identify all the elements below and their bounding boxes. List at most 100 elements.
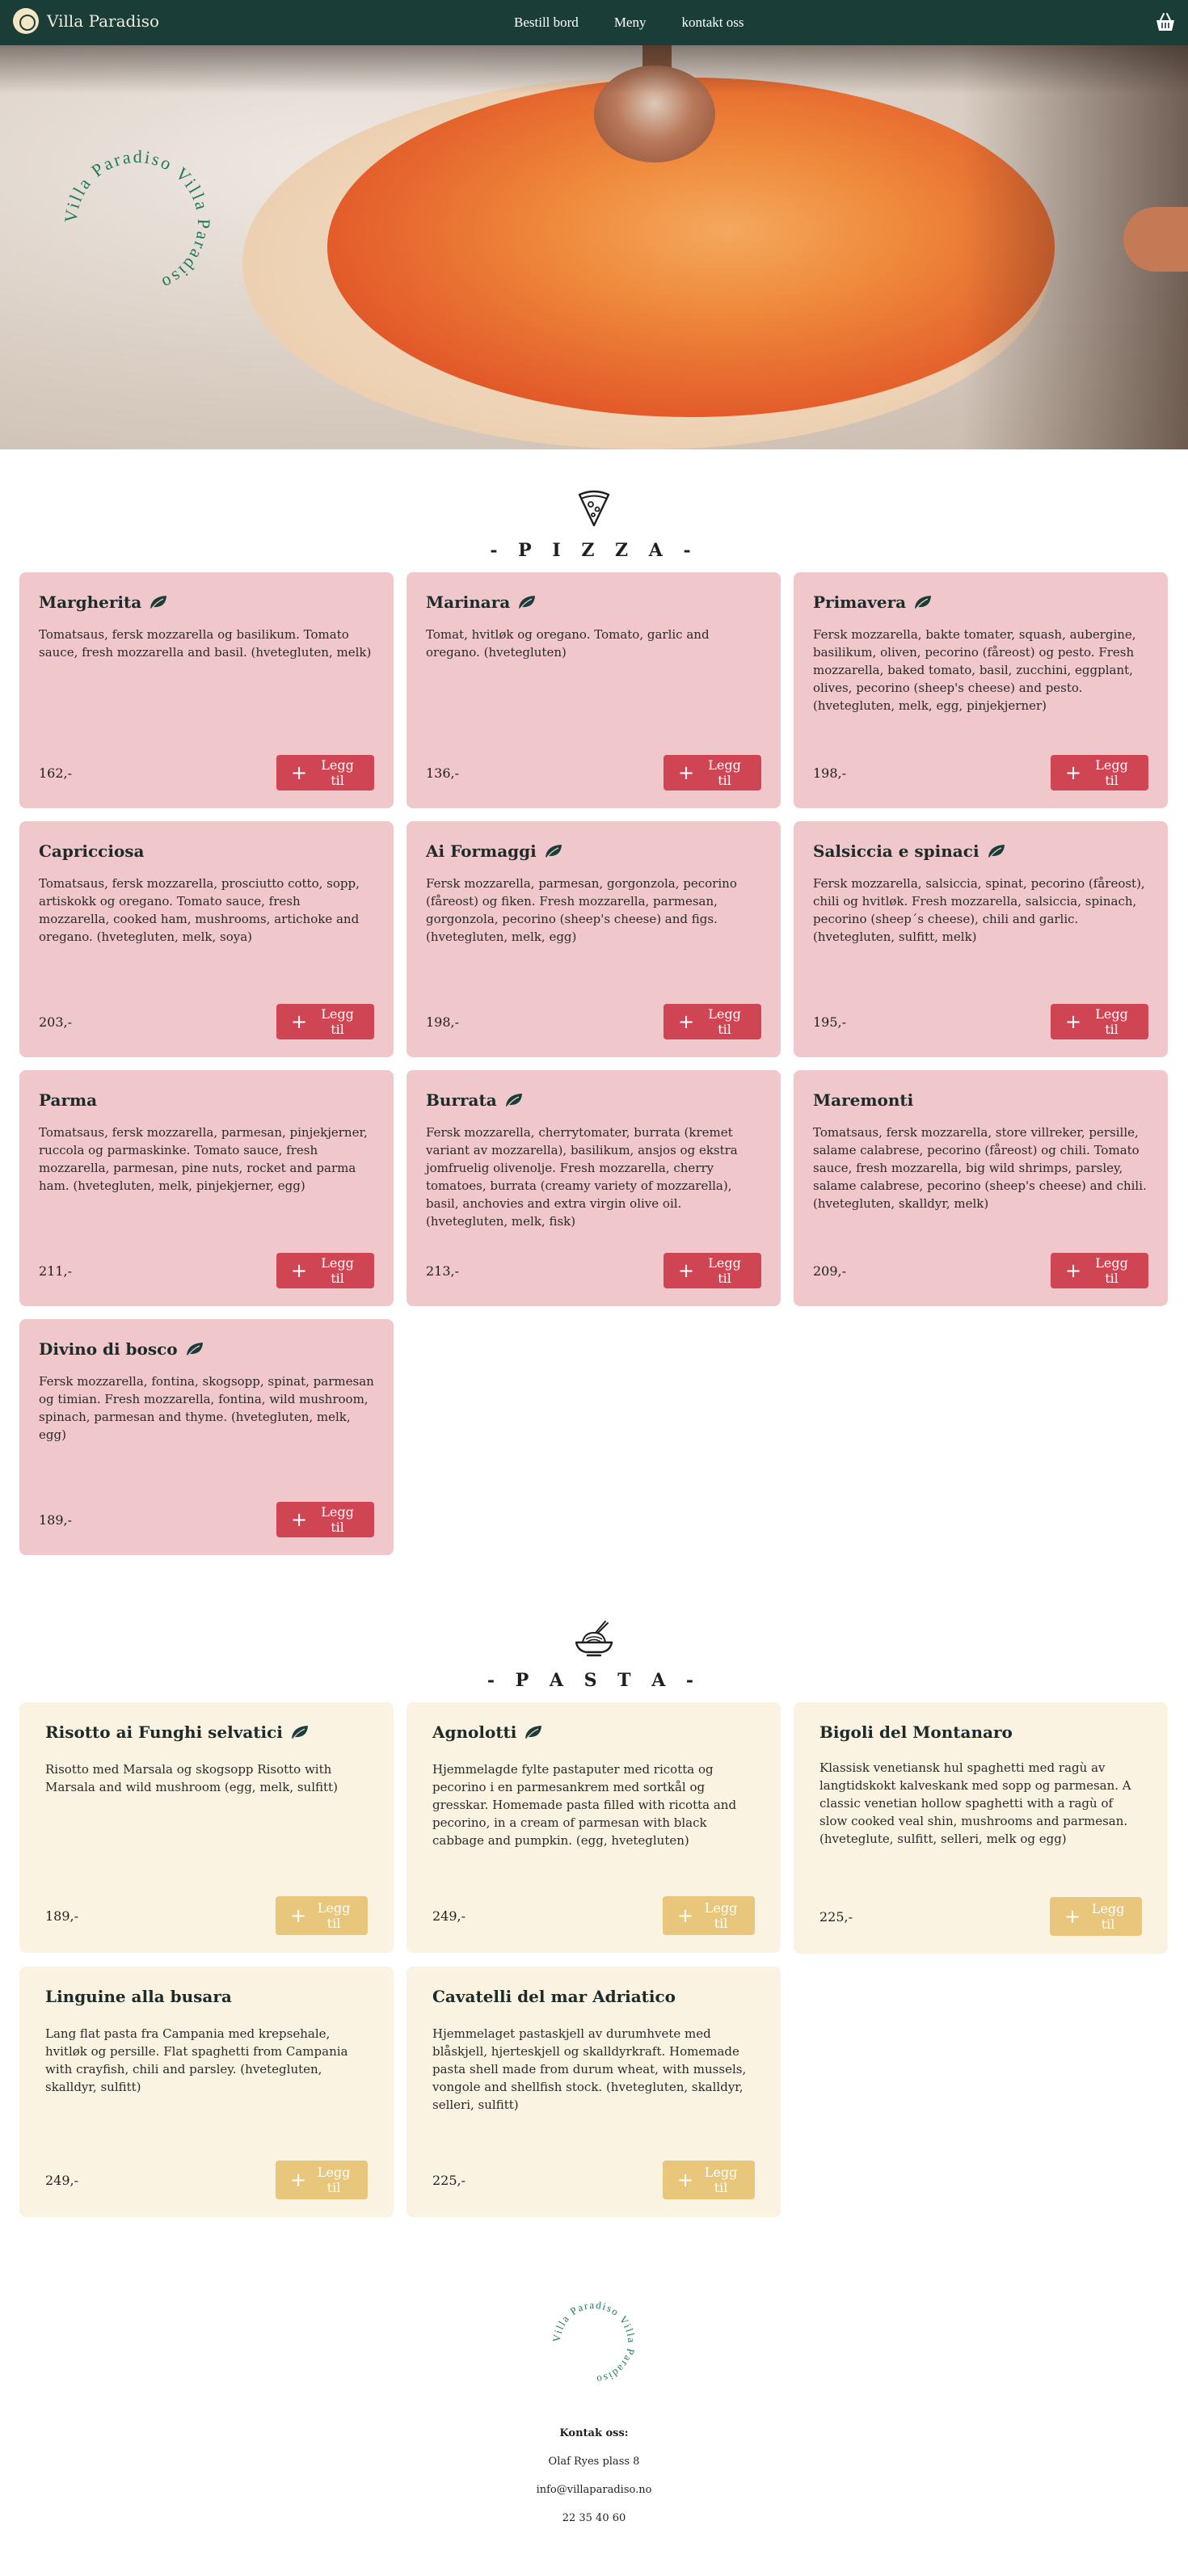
leaf-icon bbox=[545, 845, 562, 859]
pasta-card: Linguine alla busara Lang flat pasta fra … bbox=[19, 1967, 394, 2217]
pasta-card: Cavatelli del mar Adriatico Hjemmelaget p… bbox=[407, 1967, 781, 2217]
add-to-cart-label: Legg til bbox=[321, 1006, 354, 1037]
add-to-cart-button[interactable]: + Legg til bbox=[276, 755, 374, 791]
pasta-card-title: Agnolotti bbox=[432, 1722, 755, 1743]
pasta-name: Cavatelli del mar Adriatico bbox=[432, 1987, 676, 2006]
brand[interactable]: Villa Paradiso bbox=[13, 8, 159, 34]
footer: Villa Paradiso Villa Paradiso Kontak oss… bbox=[0, 2217, 1188, 2549]
add-to-cart-label: Legg til bbox=[1095, 757, 1128, 788]
plus-icon: + bbox=[678, 761, 695, 784]
plus-icon: + bbox=[290, 1904, 307, 1927]
plus-icon: + bbox=[677, 2169, 694, 2191]
add-to-cart-button[interactable]: + Legg til bbox=[664, 1253, 761, 1288]
pasta-plate-icon bbox=[575, 1621, 613, 1657]
leaf-icon bbox=[505, 1094, 522, 1108]
add-to-cart-button[interactable]: + Legg til bbox=[1050, 1897, 1142, 1936]
pasta-price: 249,- bbox=[432, 1908, 466, 1924]
pizza-card: Divino di bosco Fersk mozzarella, fontina… bbox=[19, 1319, 394, 1555]
pizza-card: Primavera Fersk mozzarella, bakte tomater… bbox=[794, 572, 1168, 808]
add-to-cart-button[interactable]: + Legg til bbox=[664, 755, 761, 791]
add-to-cart-button[interactable]: + Legg til bbox=[663, 2161, 755, 2199]
pizza-card-footer: 209,- + Legg til bbox=[813, 1253, 1148, 1288]
pizza-card-footer: 189,- + Legg til bbox=[39, 1502, 374, 1537]
pasta-name: Risotto ai Funghi selvatici bbox=[45, 1722, 283, 1742]
pasta-name: Agnolotti bbox=[432, 1722, 517, 1742]
pizza-price: 198,- bbox=[813, 765, 847, 781]
add-to-cart-label: Legg til bbox=[321, 1504, 354, 1535]
pizza-card-title: Primavera bbox=[813, 592, 1148, 613]
pizza-card-footer: 136,- + Legg til bbox=[426, 755, 761, 791]
contact-email[interactable]: info@villaparadiso.no bbox=[0, 2484, 1188, 2496]
pizza-description: Fersk mozzarella, parmesan, gorgonzola, … bbox=[426, 876, 737, 944]
add-to-cart-button[interactable]: + Legg til bbox=[276, 1004, 374, 1039]
add-to-cart-button[interactable]: + Legg til bbox=[664, 1004, 761, 1039]
pizza-description: Fersk mozzarella, salsiccia, spinat, pec… bbox=[813, 876, 1145, 944]
pizza-name: Primavera bbox=[813, 592, 907, 612]
pizza-section: - P I Z Z A - Margherita Tomatsaus, fersk… bbox=[0, 449, 1188, 1555]
add-to-cart-label: Legg til bbox=[1095, 1255, 1128, 1286]
pizza-price: 162,- bbox=[39, 765, 73, 781]
pizza-price: 213,- bbox=[426, 1263, 460, 1279]
pasta-card-footer: 249,- + Legg til bbox=[45, 2161, 368, 2199]
leaf-icon bbox=[291, 1726, 308, 1740]
add-to-cart-button[interactable]: + Legg til bbox=[1051, 755, 1148, 791]
pizza-name: Parma bbox=[39, 1090, 98, 1110]
hero-hand bbox=[1123, 207, 1188, 272]
pizza-card-title: Marinara bbox=[426, 592, 761, 613]
pizza-description: Tomatsaus, fersk mozzarella og basilikum… bbox=[39, 627, 372, 660]
pasta-card: Bigoli del Montanaro Klassisk venetiansk … bbox=[794, 1702, 1168, 1954]
pasta-name: Linguine alla busara bbox=[45, 1987, 232, 2006]
pizza-card-title: Parma bbox=[39, 1090, 374, 1111]
nav-link-kontakt[interactable]: kontakt oss bbox=[681, 15, 744, 31]
plus-icon: + bbox=[1065, 761, 1082, 784]
add-to-cart-label: Legg til bbox=[704, 2165, 738, 2195]
plus-icon: + bbox=[1065, 1259, 1082, 1282]
pasta-section: - P A S T A - Risotto ai Funghi selvatic… bbox=[0, 1555, 1188, 2217]
pizza-description: Fersk mozzarella, cherrytomater, burrata… bbox=[426, 1125, 738, 1229]
pizza-card: Parma Tomatsaus, fersk mozzarella, parmes… bbox=[19, 1070, 394, 1306]
svg-text:Villa Paradiso Villa Paradiso: Villa Paradiso Villa Paradiso bbox=[61, 146, 215, 294]
hero-image: Villa Paradiso Villa Paradiso bbox=[0, 45, 1188, 449]
add-to-cart-label: Legg til bbox=[1091, 1901, 1125, 1932]
contact-phone[interactable]: 22 35 40 60 bbox=[0, 2512, 1188, 2524]
pizza-name: Salsiccia e spinaci bbox=[813, 841, 979, 861]
pizza-card: Maremonti Tomatsaus, fersk mozzarella, st… bbox=[794, 1070, 1168, 1306]
nav-link-meny[interactable]: Meny bbox=[614, 15, 647, 31]
plus-icon: + bbox=[291, 1508, 308, 1531]
shopping-basket-icon[interactable] bbox=[1154, 11, 1177, 34]
pasta-card-title: Cavatelli del mar Adriatico bbox=[432, 1986, 755, 2007]
plus-icon: + bbox=[291, 1010, 308, 1033]
pizza-card-title: Ai Formaggi bbox=[426, 841, 761, 862]
add-to-cart-button[interactable]: + Legg til bbox=[276, 1253, 374, 1288]
pizza-card-title: Salsiccia e spinaci bbox=[813, 841, 1148, 862]
pizza-card-footer: 211,- + Legg til bbox=[39, 1253, 374, 1288]
pasta-description: Klassisk venetiansk hul spaghetti med ra… bbox=[819, 1760, 1131, 1846]
plus-icon: + bbox=[678, 1259, 695, 1282]
add-to-cart-label: Legg til bbox=[708, 1255, 741, 1286]
add-to-cart-button[interactable]: + Legg til bbox=[1051, 1253, 1148, 1288]
contact-address: Olaf Ryes plass 8 bbox=[548, 2456, 640, 2468]
add-to-cart-label: Legg til bbox=[704, 1900, 738, 1931]
plus-icon: + bbox=[1065, 1010, 1082, 1033]
pasta-card-footer: 189,- + Legg til bbox=[45, 1896, 368, 1935]
nav-link-bestill-bord[interactable]: Bestill bord bbox=[514, 15, 579, 31]
pizza-name: Burrata bbox=[426, 1090, 497, 1110]
add-to-cart-button[interactable]: + Legg til bbox=[276, 1896, 368, 1935]
add-to-cart-button[interactable]: + Legg til bbox=[1051, 1004, 1148, 1039]
pasta-price: 225,- bbox=[432, 2172, 466, 2188]
pasta-section-title: - P A S T A - bbox=[487, 1670, 701, 1691]
pizza-section-title: - P I Z Z A - bbox=[490, 540, 698, 561]
add-to-cart-label: Legg til bbox=[317, 1900, 351, 1931]
add-to-cart-button[interactable]: + Legg til bbox=[663, 1896, 755, 1935]
pizza-price: 136,- bbox=[426, 765, 460, 781]
pasta-grid: Risotto ai Funghi selvatici Risotto med M… bbox=[0, 1702, 1188, 2217]
plus-icon: + bbox=[291, 761, 308, 784]
pasta-card-title: Bigoli del Montanaro bbox=[819, 1722, 1142, 1743]
pasta-card: Risotto ai Funghi selvatici Risotto med M… bbox=[19, 1702, 394, 1953]
pizza-card-title: Capricciosa bbox=[39, 841, 374, 862]
add-to-cart-button[interactable]: + Legg til bbox=[276, 1502, 374, 1537]
pizza-card-title: Divino di bosco bbox=[39, 1339, 374, 1360]
pizza-description: Fersk mozzarella, fontina, skogsopp, spi… bbox=[39, 1374, 374, 1442]
pizza-description: Tomatsaus, fersk mozzarella, parmesan, p… bbox=[39, 1125, 368, 1193]
add-to-cart-button[interactable]: + Legg til bbox=[276, 2161, 368, 2199]
